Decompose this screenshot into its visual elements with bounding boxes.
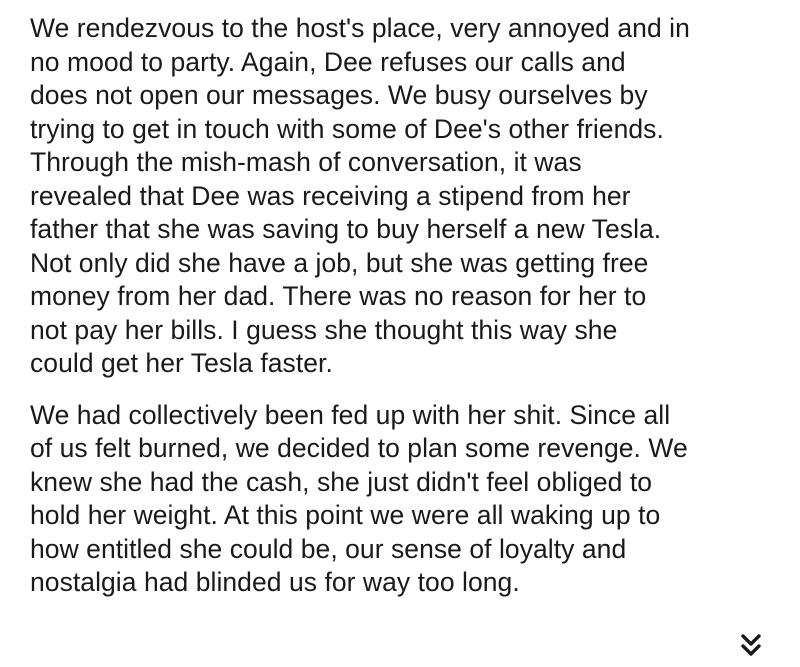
text-line: no mood to party. Again, Dee refuses our… (30, 46, 626, 77)
text-line: knew she had the cash, she just didn't f… (30, 466, 653, 497)
text-line: father that she was saving to buy hersel… (30, 214, 662, 244)
text-line: nostalgia had blinded us for way too lon… (30, 567, 520, 597)
story-text: We rendezvous to the host's place, very … (30, 12, 780, 600)
text-line: We rendezvous to the host's place, very … (30, 13, 690, 43)
text-line: how entitled she could be, our sense of … (30, 533, 627, 564)
paragraph-1: We rendezvous to the host's place, very … (30, 12, 780, 381)
text-line: Through the mish-mash of conversation, i… (30, 147, 582, 177)
text-line: not pay her bills. I guess she thought t… (30, 314, 618, 345)
text-line: trying to get in touch with some of Dee'… (30, 113, 664, 144)
text-line: Not only did she have a job, but she was… (30, 247, 649, 278)
text-line: does not open our messages. We busy ours… (30, 80, 648, 110)
text-line: hold her weight. At this point we were a… (30, 500, 661, 530)
text-line: of us felt burned, we decided to plan so… (30, 433, 688, 463)
text-line: We had collectively been fed up with her… (30, 399, 671, 430)
paragraph-2: We had collectively been fed up with her… (30, 399, 780, 600)
scroll-more-button[interactable] (735, 630, 767, 662)
text-line: could get her Tesla faster. (30, 348, 333, 378)
double-chevron-down-icon (741, 634, 761, 656)
text-line: revealed that Dee was receiving a stipen… (30, 180, 631, 211)
text-line: money from her dad. There was no reason … (30, 281, 647, 311)
